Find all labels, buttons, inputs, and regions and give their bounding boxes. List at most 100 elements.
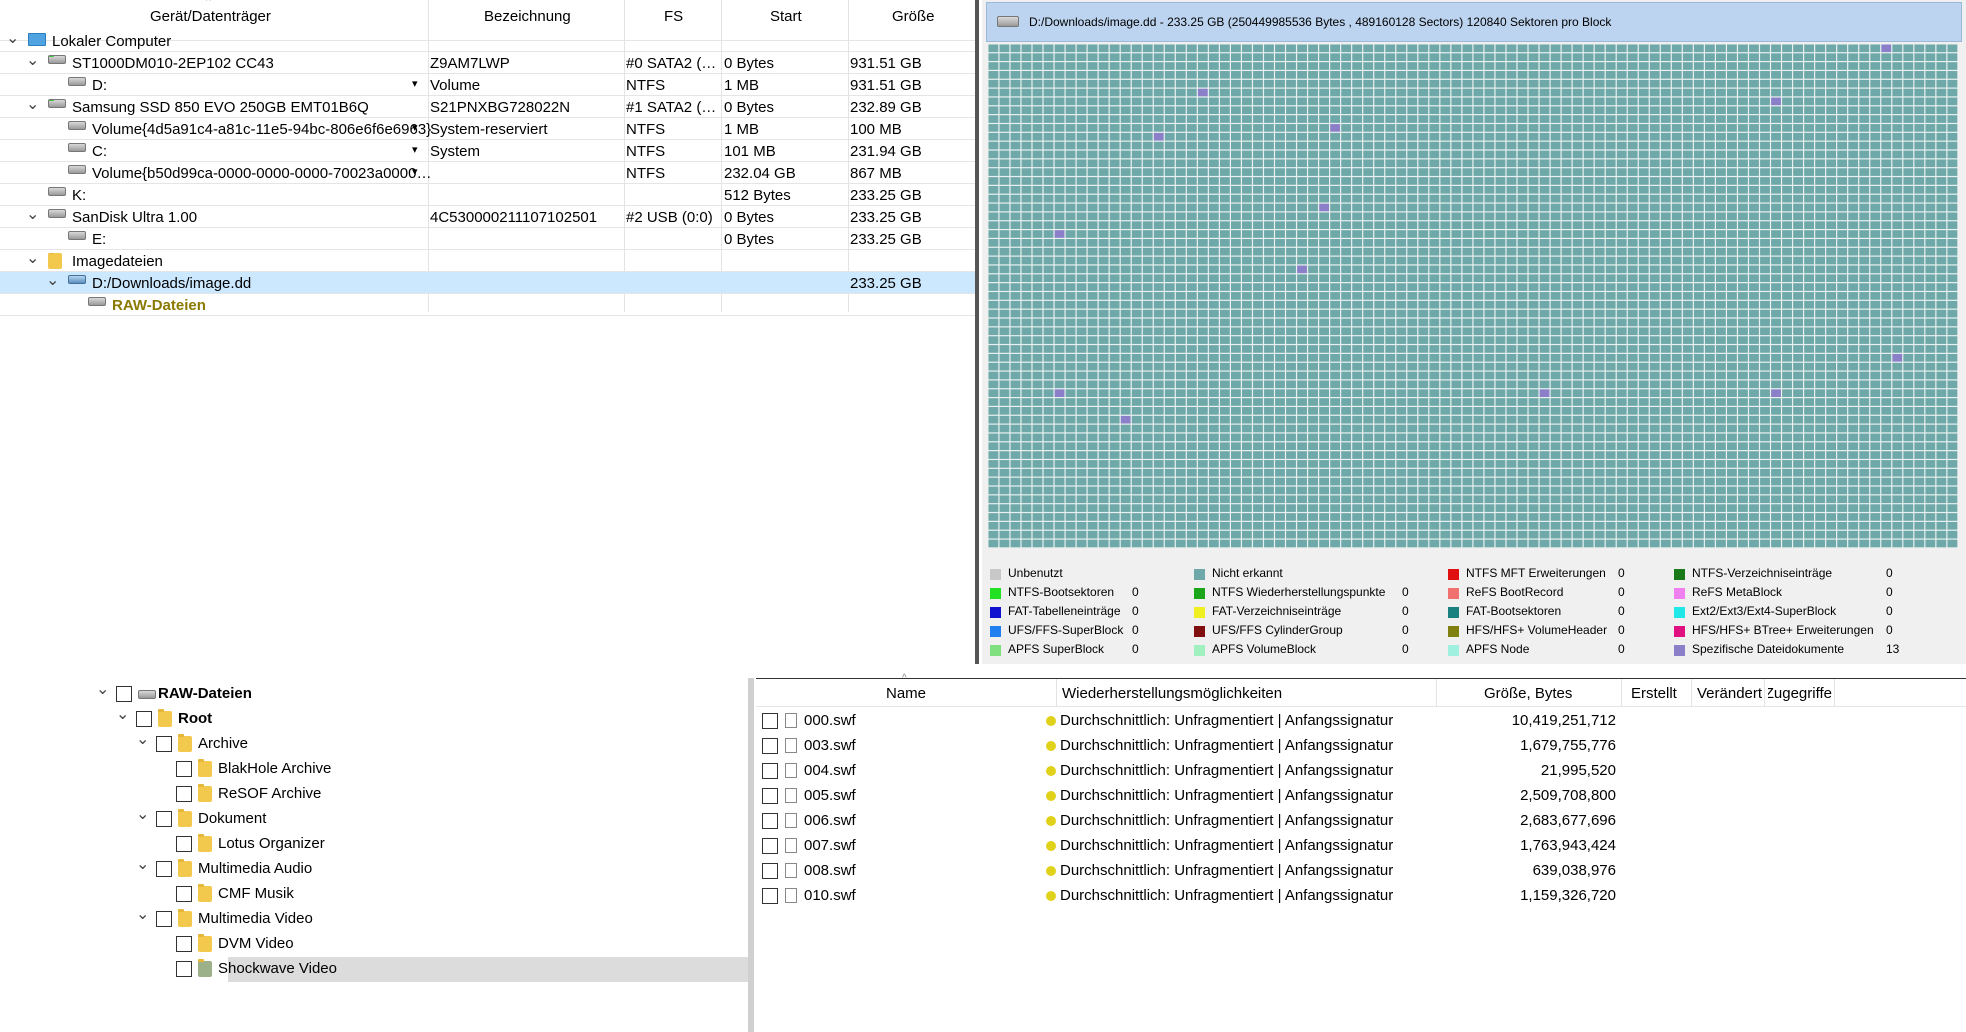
map-block	[1561, 247, 1572, 256]
expand-chevron-icon[interactable]: ⌄	[26, 248, 39, 268]
map-block	[1109, 398, 1120, 406]
row-image-dd[interactable]: ⌄ D:/Downloads/image.dd 233.25 GB	[0, 272, 975, 294]
dropdown-arrow-icon[interactable]: ▾	[412, 165, 418, 178]
row-volume-system-reserved[interactable]: Volume{4d5a91c4-a81c-11e5-94bc-806e6f6e6…	[0, 118, 975, 140]
expand-chevron-icon[interactable]: ⌄	[6, 28, 19, 48]
map-block	[1219, 460, 1230, 468]
map-block	[1484, 194, 1495, 203]
map-block	[1936, 292, 1947, 300]
row-volume-e[interactable]: E: 0 Bytes 233.25 GB	[0, 228, 975, 250]
map-block	[1352, 433, 1363, 442]
map-block	[1186, 150, 1197, 159]
map-block	[1010, 79, 1021, 88]
map-block	[1638, 353, 1649, 362]
map-block	[1186, 468, 1197, 477]
col-device[interactable]: Gerät/Datenträger	[150, 8, 271, 25]
row-disk-samsung[interactable]: ⌄ Samsung SSD 850 EVO 250GB EMT01B6Q S21PN…	[0, 96, 975, 118]
col-size[interactable]: Größe	[892, 8, 935, 25]
row-raw-files[interactable]: RAW-Dateien	[0, 294, 975, 316]
map-block	[1032, 194, 1043, 203]
block-map[interactable]	[988, 44, 1958, 548]
map-block	[1120, 159, 1131, 168]
map-block	[1098, 309, 1109, 318]
map-block	[1870, 477, 1881, 486]
map-block	[1186, 177, 1197, 185]
map-block	[1275, 150, 1285, 159]
map-block	[1605, 141, 1616, 150]
map-block	[1517, 132, 1528, 141]
map-block	[1308, 433, 1318, 442]
map-block	[1208, 407, 1219, 415]
row-local-computer[interactable]: ⌄ Lokaler Computer	[0, 30, 975, 52]
map-block	[1264, 168, 1274, 176]
row-image-files[interactable]: ⌄ Imagedateien	[0, 250, 975, 272]
map-block	[1605, 415, 1616, 424]
map-block	[1936, 177, 1947, 185]
map-block	[1275, 159, 1285, 168]
map-block	[1054, 327, 1065, 336]
map-block	[1010, 513, 1021, 521]
map-block	[1760, 141, 1770, 150]
map-block	[1771, 256, 1781, 265]
map-block	[1936, 88, 1947, 97]
map-block	[1616, 477, 1627, 486]
map-block	[1947, 185, 1958, 194]
map-block	[1495, 230, 1506, 238]
row-disk-sandisk[interactable]: ⌄ SanDisk Ultra 1.00 4C530000211107102501 #…	[0, 206, 975, 228]
device-panel: Gerät/Datenträger ^ Bezeichnung FS Start…	[0, 0, 978, 320]
map-block	[1231, 44, 1241, 53]
map-block	[1131, 44, 1142, 53]
row-volume-c[interactable]: C: System NTFS 101 MB 231.94 GB ▾	[0, 140, 975, 162]
map-block	[1010, 460, 1021, 468]
map-block	[1098, 353, 1109, 362]
row-volume-d[interactable]: D: Volume NTFS 1 MB 931.51 GB ▾	[0, 74, 975, 96]
map-block	[1186, 185, 1197, 194]
map-block	[1297, 292, 1307, 300]
expand-chevron-icon[interactable]: ⌄	[26, 94, 39, 114]
map-block	[1407, 106, 1418, 115]
map-block	[1142, 380, 1153, 389]
dropdown-arrow-icon[interactable]: ▾	[412, 77, 418, 90]
map-block	[1826, 106, 1837, 115]
map-block	[1804, 283, 1814, 291]
expand-chevron-icon[interactable]: ⌄	[26, 204, 39, 224]
map-block	[1572, 239, 1583, 247]
dropdown-arrow-icon[interactable]: ▾	[412, 121, 418, 134]
col-label[interactable]: Bezeichnung	[484, 8, 571, 25]
map-block	[1660, 486, 1671, 495]
dropdown-arrow-icon[interactable]: ▾	[412, 143, 418, 156]
map-block	[1870, 362, 1881, 371]
horizontal-splitter[interactable]	[0, 664, 1966, 678]
map-block	[1462, 194, 1473, 203]
map-block	[1550, 274, 1561, 283]
expand-chevron-icon[interactable]: ⌄	[46, 270, 59, 290]
map-block	[1363, 336, 1374, 344]
map-block	[1010, 239, 1021, 247]
map-block	[1506, 62, 1517, 70]
vertical-splitter[interactable]	[975, 0, 979, 664]
map-block	[1837, 521, 1848, 530]
map-block	[1341, 292, 1352, 300]
map-block	[1286, 203, 1296, 212]
map-block	[1495, 318, 1506, 327]
row-volume-recovery[interactable]: Volume{b50d99ca-0000-0000-0000-70023a000…	[0, 162, 975, 184]
row-disk-st1000[interactable]: ⌄ ST1000DM010-2EP102 CC43 Z9AM7LWP #0 SATA2…	[0, 52, 975, 74]
map-block	[1738, 230, 1748, 238]
map-block	[1848, 380, 1859, 389]
row-volume-k[interactable]: K: 512 Bytes 233.25 GB	[0, 184, 975, 206]
col-start[interactable]: Start	[770, 8, 802, 25]
map-block	[1219, 159, 1230, 168]
col-fs[interactable]: FS	[664, 8, 683, 25]
expand-chevron-icon[interactable]: ⌄	[26, 50, 39, 70]
map-block	[1087, 221, 1098, 229]
map-block	[1319, 513, 1329, 521]
map-block	[1859, 159, 1870, 168]
map-block	[1352, 115, 1363, 123]
map-block	[1484, 292, 1495, 300]
map-block	[1462, 468, 1473, 477]
cell-fs: NTFS	[626, 77, 666, 94]
map-block	[1418, 468, 1429, 477]
map-block	[1385, 247, 1396, 256]
map-block	[1352, 460, 1363, 468]
map-block	[1892, 256, 1903, 265]
